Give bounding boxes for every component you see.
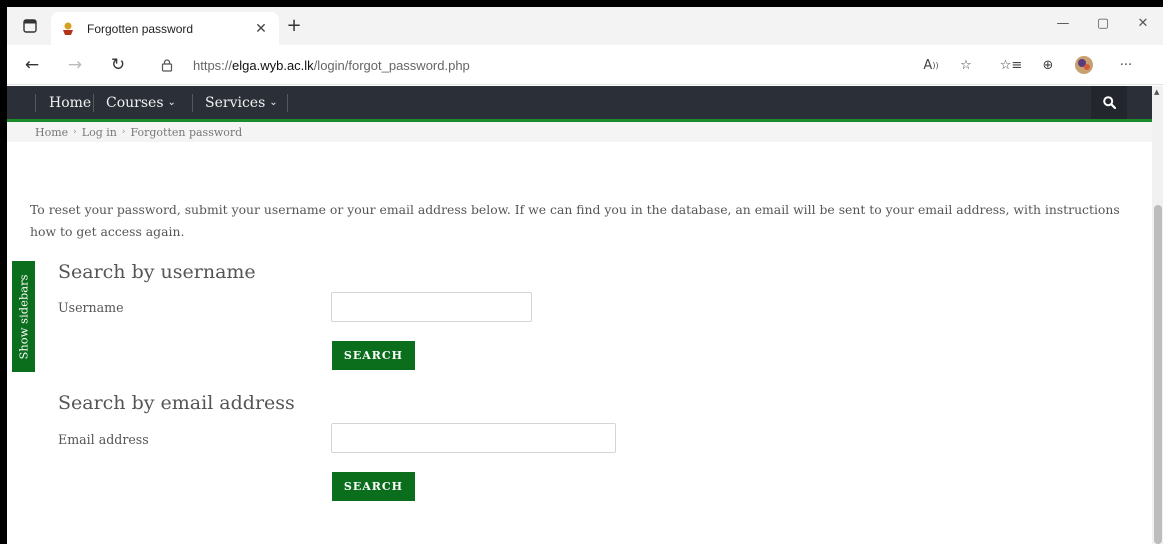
- intro-text: To reset your password, submit your user…: [30, 202, 1120, 239]
- forward-icon[interactable]: →: [64, 54, 86, 76]
- breadcrumb-current: Forgotten password: [130, 125, 243, 139]
- nav-divider: [93, 94, 94, 112]
- profile-avatar-icon[interactable]: [1073, 54, 1095, 76]
- url-prefix: https://: [193, 57, 233, 73]
- more-menu-icon[interactable]: ···: [1115, 54, 1137, 76]
- tab-actions-icon[interactable]: [21, 17, 39, 35]
- url-path: /login/forgot_password.php: [313, 57, 470, 73]
- main-content: To reset your password, submit your user…: [7, 142, 1152, 544]
- restore-icon[interactable]: ▢: [1083, 7, 1123, 39]
- tab-strip: Forgotten password ✕ + — ▢ ✕: [7, 7, 1163, 45]
- nav-divider: [287, 94, 288, 112]
- browser-toolbar: ← → ↻ https://elga.wyb.ac.lk/login/forgo…: [7, 45, 1163, 85]
- breadcrumb: Home › Log in › Forgotten password: [7, 122, 1152, 142]
- breadcrumb-login[interactable]: Log in: [82, 126, 117, 139]
- email-input[interactable]: [331, 423, 616, 453]
- chevron-down-icon: ⌄: [167, 97, 176, 108]
- nav-home-label: Home: [49, 94, 92, 111]
- chevron-right-icon: ›: [73, 127, 77, 137]
- browser-window: Forgotten password ✕ + — ▢ ✕ ← → ↻ https…: [7, 7, 1163, 544]
- email-label: Email address: [58, 432, 149, 447]
- new-tab-icon[interactable]: +: [285, 17, 303, 35]
- nav-courses-label: Courses: [106, 94, 164, 111]
- username-section-heading: Search by username: [58, 261, 256, 283]
- read-aloud-icon[interactable]: A)): [920, 54, 942, 76]
- search-email-button[interactable]: SEARCH: [332, 472, 415, 501]
- close-tab-icon[interactable]: ✕: [253, 20, 269, 37]
- chevron-right-icon: ›: [121, 127, 126, 137]
- chevron-down-icon: ⌄: [269, 97, 278, 108]
- scroll-up-icon[interactable]: ▲: [1154, 88, 1159, 96]
- show-sidebars-label: Show sidebars: [16, 273, 31, 360]
- username-label: Username: [58, 300, 124, 315]
- add-favorite-icon[interactable]: ☆: [955, 54, 977, 76]
- nav-services[interactable]: Services ⌄: [195, 86, 288, 119]
- site-favicon-icon: [61, 22, 75, 36]
- lock-icon[interactable]: [161, 58, 175, 72]
- url-domain: elga.wyb.ac.lk: [232, 57, 314, 73]
- collections-icon[interactable]: ⊕: [1037, 54, 1059, 76]
- site-navbar: Home Courses ⌄ Services ⌄: [7, 86, 1152, 122]
- refresh-icon[interactable]: ↻: [107, 54, 129, 76]
- minimize-icon[interactable]: —: [1043, 7, 1083, 39]
- nav-divider: [192, 94, 193, 112]
- nav-divider: [35, 94, 36, 112]
- nav-home[interactable]: Home: [39, 86, 101, 119]
- email-section-heading: Search by email address: [58, 392, 295, 414]
- tab-title: Forgotten password: [87, 21, 194, 36]
- close-window-icon[interactable]: ✕: [1123, 7, 1163, 39]
- window-controls: — ▢ ✕: [1043, 7, 1163, 39]
- nav-services-label: Services: [205, 94, 266, 111]
- search-username-button[interactable]: SEARCH: [332, 341, 415, 370]
- scrollbar-thumb[interactable]: [1154, 205, 1162, 544]
- back-icon[interactable]: ←: [21, 54, 43, 76]
- nav-courses[interactable]: Courses ⌄: [96, 86, 186, 119]
- site-search-button[interactable]: [1091, 86, 1127, 119]
- page-scrollbar[interactable]: ▲: [1152, 86, 1163, 544]
- username-input[interactable]: [331, 292, 532, 322]
- browser-tab[interactable]: Forgotten password ✕: [51, 12, 279, 45]
- favorites-icon[interactable]: ☆≡: [1000, 54, 1023, 76]
- address-bar[interactable]: https://elga.wyb.ac.lk/login/forgot_pass…: [149, 53, 749, 77]
- search-icon: [1102, 96, 1116, 109]
- breadcrumb-home[interactable]: Home: [35, 126, 68, 139]
- show-sidebars-button[interactable]: Show sidebars: [12, 261, 35, 372]
